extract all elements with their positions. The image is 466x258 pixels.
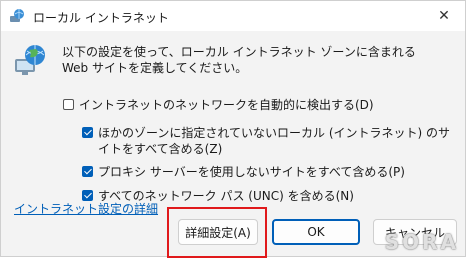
auto-detect-option[interactable]: イントラネットのネットワークを自動的に検出する(D) xyxy=(63,97,374,113)
intro-text: 以下の設定を使って、ローカル イントラネット ゾーンに含まれる Web サイトを… xyxy=(62,45,416,75)
intranet-settings-help-link[interactable]: イントラネット設定の詳細 xyxy=(14,200,158,217)
close-icon: ✕ xyxy=(438,8,450,24)
title-bar: ローカル イントラネット ✕ xyxy=(1,1,465,31)
auto-detect-label: イントラネットのネットワークを自動的に検出する(D) xyxy=(79,98,374,112)
annotation-highlight-box xyxy=(167,207,267,258)
auto-detect-checkbox[interactable] xyxy=(63,99,74,110)
ok-button[interactable]: OK xyxy=(272,219,360,245)
bypass-proxy-option[interactable]: プロキシ サーバーを使用しないサイトをすべて含める(P) xyxy=(82,164,405,180)
globe-computer-icon xyxy=(10,9,24,22)
bypass-proxy-checkbox[interactable] xyxy=(82,166,93,177)
window-title: ローカル イントラネット xyxy=(33,11,169,25)
local-intranet-dialog: ローカル イントラネット ✕ 以下の設定を使って、ローカル イントラネット ゾー… xyxy=(0,0,466,258)
globe-network-icon xyxy=(15,45,45,75)
bypass-proxy-label: プロキシ サーバーを使用しないサイトをすべて含める(P) xyxy=(98,165,405,179)
watermark: SORA xyxy=(384,230,459,254)
other-sites-checkbox[interactable] xyxy=(82,127,93,138)
other-sites-option[interactable]: ほかのゾーンに指定されていないローカル (イントラネット) のサイトをすべて含め… xyxy=(82,125,457,157)
other-sites-label: ほかのゾーンに指定されていないローカル (イントラネット) のサイトをすべて含め… xyxy=(98,126,451,156)
close-button[interactable]: ✕ xyxy=(433,6,455,26)
